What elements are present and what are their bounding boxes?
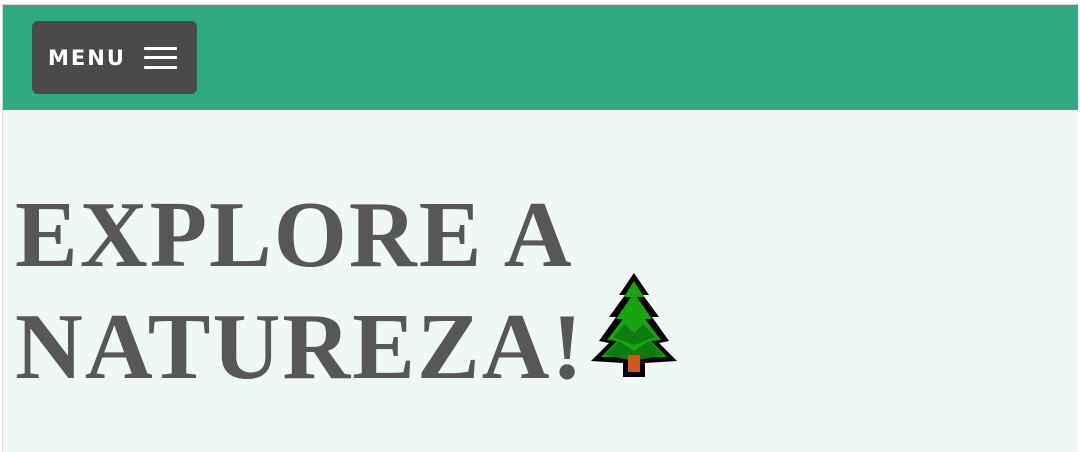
menu-button[interactable]: MENU xyxy=(32,21,197,94)
hero-title-line-2-wrap: NATUREZA! xyxy=(15,273,1015,424)
evergreen-tree-icon xyxy=(589,269,679,404)
top-bar: MENU xyxy=(3,5,1078,110)
menu-label: MENU xyxy=(48,45,126,70)
hero-title-line-1: EXPLORE A xyxy=(15,183,574,287)
page: MENU EXPLORE A NATUREZA! xyxy=(2,4,1078,452)
hero-title-line-2: NATUREZA! xyxy=(15,295,585,400)
hamburger-icon xyxy=(143,46,177,69)
hero-title: EXPLORE A NATUREZA! xyxy=(15,181,1015,424)
